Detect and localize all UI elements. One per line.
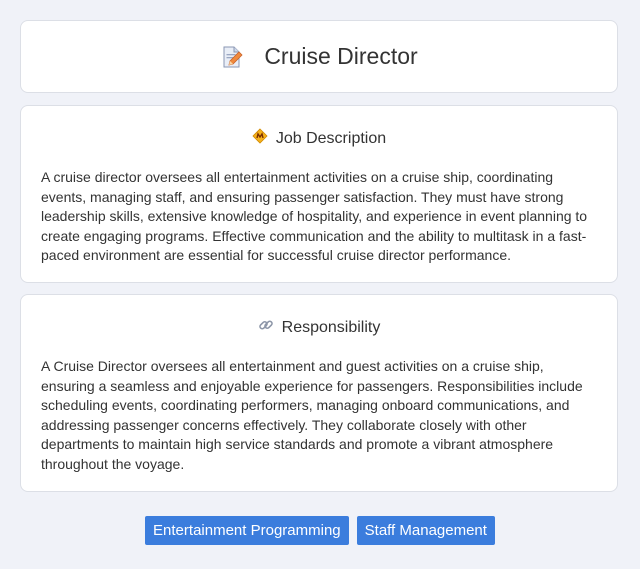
responsibility-card: Responsibility A Cruise Director oversee… [20,294,618,492]
tag-entertainment-programming[interactable]: Entertainment Programming [145,516,349,545]
job-description-text: A cruise director oversees all entertain… [41,169,588,263]
document-pencil-icon [220,45,244,69]
job-description-header: Job Description [21,128,617,149]
job-description-heading: Job Description [275,129,387,147]
page-title: Cruise Director [264,43,418,69]
link-icon [258,317,274,338]
tag-staff-management[interactable]: Staff Management [356,516,495,545]
title-wrap: Cruise Director [220,43,418,70]
header-card: Cruise Director [20,20,618,93]
responsibility-heading: Responsibility [281,318,381,336]
badge-icon [252,128,268,149]
job-description-card: Job Description A cruise director overse… [20,105,618,283]
responsibility-text: A Cruise Director oversees all entertain… [41,358,583,472]
tag-list: Entertainment Programming Staff Manageme… [0,516,640,545]
responsibility-header: Responsibility [21,317,617,338]
